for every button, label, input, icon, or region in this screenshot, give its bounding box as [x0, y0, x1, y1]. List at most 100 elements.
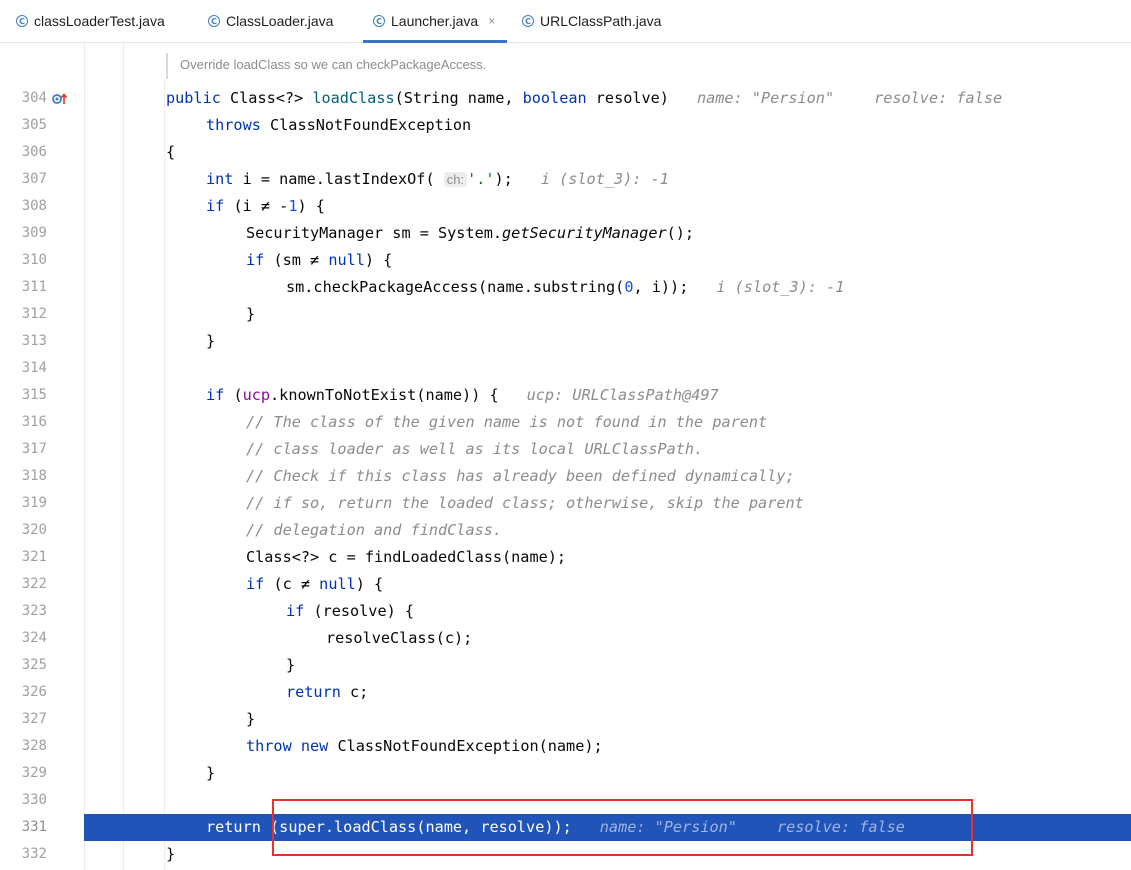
- line-number[interactable]: 310: [0, 247, 47, 274]
- inline-debug-value: ucp: URLClassPath@497: [526, 386, 719, 404]
- line-number[interactable]: 304: [0, 85, 47, 112]
- code-line[interactable]: 317 // class loader as well as its local …: [0, 436, 1131, 463]
- tab-urlclasspath[interactable]: C URLClassPath.java: [522, 0, 661, 42]
- line-number[interactable]: 320: [0, 517, 47, 544]
- line-number[interactable]: 330: [0, 787, 47, 814]
- code-line[interactable]: 329}: [0, 760, 1131, 787]
- inline-debug-value: i (slot_3): -1: [716, 278, 845, 296]
- line-number[interactable]: 323: [0, 598, 47, 625]
- line-number[interactable]: 312: [0, 301, 47, 328]
- line-number[interactable]: 328: [0, 733, 47, 760]
- code-text: SecurityManager sm = System.getSecurityM…: [246, 224, 695, 242]
- class-c-icon: C: [16, 15, 28, 27]
- line-number[interactable]: 307: [0, 166, 47, 193]
- line-number[interactable]: 313: [0, 328, 47, 355]
- code-text: throw new ClassNotFoundException(name);: [246, 737, 603, 755]
- line-number[interactable]: 305: [0, 112, 47, 139]
- code-text: Class<?> c = findLoadedClass(name);: [246, 548, 567, 566]
- code-line[interactable]: 327}: [0, 706, 1131, 733]
- line-number[interactable]: 324: [0, 625, 47, 652]
- code-text: // The class of the given name is not fo…: [246, 413, 768, 431]
- line-number[interactable]: 317: [0, 436, 47, 463]
- code-line[interactable]: 311 sm.checkPackageAccess(name.substring(…: [0, 274, 1131, 301]
- code-line[interactable]: 304 public Class<?> loadClass(String name…: [0, 85, 1131, 112]
- code-line[interactable]: 312}: [0, 301, 1131, 328]
- code-line[interactable]: 323 if (resolve) {: [0, 598, 1131, 625]
- code-text: }: [206, 332, 216, 350]
- line-number[interactable]: 321: [0, 544, 47, 571]
- code-line[interactable]: 309 SecurityManager sm = System.getSecuri…: [0, 220, 1131, 247]
- code-text: if (sm ≠ null) {: [246, 251, 393, 269]
- class-c-icon: C: [373, 15, 385, 27]
- doc-comment-hint: Override loadClass so we can checkPackag…: [166, 53, 486, 79]
- editor-tab-bar: C classLoaderTest.java C ClassLoader.jav…: [0, 0, 1131, 43]
- inline-debug-value: i (slot_3): -1: [540, 170, 669, 188]
- code-text: // class loader as well as its local URL…: [246, 440, 704, 458]
- code-line[interactable]: 322 if (c ≠ null) {: [0, 571, 1131, 598]
- line-number[interactable]: 329: [0, 760, 47, 787]
- code-line[interactable]: 315 if (ucp.knownToNotExist(name)) {ucp: …: [0, 382, 1131, 409]
- code-text: // delegation and findClass.: [246, 521, 503, 539]
- line-number[interactable]: 315: [0, 382, 47, 409]
- code-text: }: [246, 305, 256, 323]
- close-icon[interactable]: ×: [488, 14, 495, 28]
- code-line[interactable]: 314: [0, 355, 1131, 382]
- code-text: // Check if this class has already been …: [246, 467, 795, 485]
- override-method-up-arrow-icon[interactable]: [52, 92, 68, 106]
- code-text: return c;: [286, 683, 369, 701]
- class-c-icon: C: [522, 15, 534, 27]
- line-number[interactable]: 322: [0, 571, 47, 598]
- tab-label: Launcher.java: [391, 13, 479, 29]
- code-text: // if so, return the loaded class; other…: [246, 494, 804, 512]
- code-line[interactable]: 326 return c;: [0, 679, 1131, 706]
- code-text: }: [286, 656, 296, 674]
- line-number[interactable]: 331: [0, 814, 47, 841]
- code-line[interactable]: 310 if (sm ≠ null) {: [0, 247, 1131, 274]
- line-number[interactable]: 319: [0, 490, 47, 517]
- code-text: if (i ≠ -1) {: [206, 197, 325, 215]
- code-text: if (c ≠ null) {: [246, 575, 384, 593]
- code-text: throws ClassNotFoundException: [206, 116, 472, 134]
- class-c-icon: C: [208, 15, 220, 27]
- inline-debug-value: name: "Persion" resolve: false: [696, 89, 1003, 107]
- tab-label: URLClassPath.java: [540, 13, 662, 29]
- line-number[interactable]: 309: [0, 220, 47, 247]
- line-number[interactable]: 314: [0, 355, 47, 382]
- highlight-box: [272, 799, 973, 856]
- line-number[interactable]: 316: [0, 409, 47, 436]
- code-text: }: [206, 764, 216, 782]
- code-text: if (ucp.knownToNotExist(name)) {ucp: URL…: [206, 386, 719, 404]
- code-text: int i = name.lastIndexOf( ch: '.'); i (slo…: [206, 170, 669, 188]
- code-text: resolveClass(c);: [326, 629, 473, 647]
- code-line[interactable]: 324 resolveClass(c);: [0, 625, 1131, 652]
- line-number[interactable]: 311: [0, 274, 47, 301]
- line-number[interactable]: 306: [0, 139, 47, 166]
- tab-launcher[interactable]: C Launcher.java ×: [362, 0, 508, 43]
- code-line[interactable]: 321 Class<?> c = findLoadedClass(name);: [0, 544, 1131, 571]
- code-line[interactable]: 305 throws ClassNotFoundException: [0, 112, 1131, 139]
- code-line[interactable]: 313}: [0, 328, 1131, 355]
- code-text: {: [166, 143, 176, 161]
- code-line[interactable]: 328 throw new ClassNotFoundException(name…: [0, 733, 1131, 760]
- code-text: }: [166, 845, 176, 863]
- code-text: }: [246, 710, 256, 728]
- code-line[interactable]: 320 // delegation and findClass.: [0, 517, 1131, 544]
- line-number[interactable]: 327: [0, 706, 47, 733]
- code-line[interactable]: 318 // Check if this class has already be…: [0, 463, 1131, 490]
- line-number[interactable]: 318: [0, 463, 47, 490]
- code-line[interactable]: 306 {: [0, 139, 1131, 166]
- code-line[interactable]: 308 if (i ≠ -1) {: [0, 193, 1131, 220]
- code-text: public Class<?> loadClass(String name, b…: [166, 89, 1003, 107]
- line-number[interactable]: 332: [0, 841, 47, 868]
- code-line[interactable]: 316 // The class of the given name is not…: [0, 409, 1131, 436]
- code-line[interactable]: 325}: [0, 652, 1131, 679]
- tab-classloadertest[interactable]: C classLoaderTest.java: [16, 0, 165, 42]
- line-number[interactable]: 326: [0, 679, 47, 706]
- code-line[interactable]: 319 // if so, return the loaded class; ot…: [0, 490, 1131, 517]
- code-line[interactable]: 307 int i = name.lastIndexOf( ch: '.'); i (…: [0, 166, 1131, 193]
- tab-classloader[interactable]: C ClassLoader.java: [208, 0, 333, 42]
- code-editor[interactable]: Override loadClass so we can checkPackag…: [0, 43, 1131, 870]
- line-number[interactable]: 308: [0, 193, 47, 220]
- tab-label: ClassLoader.java: [226, 13, 334, 29]
- line-number[interactable]: 325: [0, 652, 47, 679]
